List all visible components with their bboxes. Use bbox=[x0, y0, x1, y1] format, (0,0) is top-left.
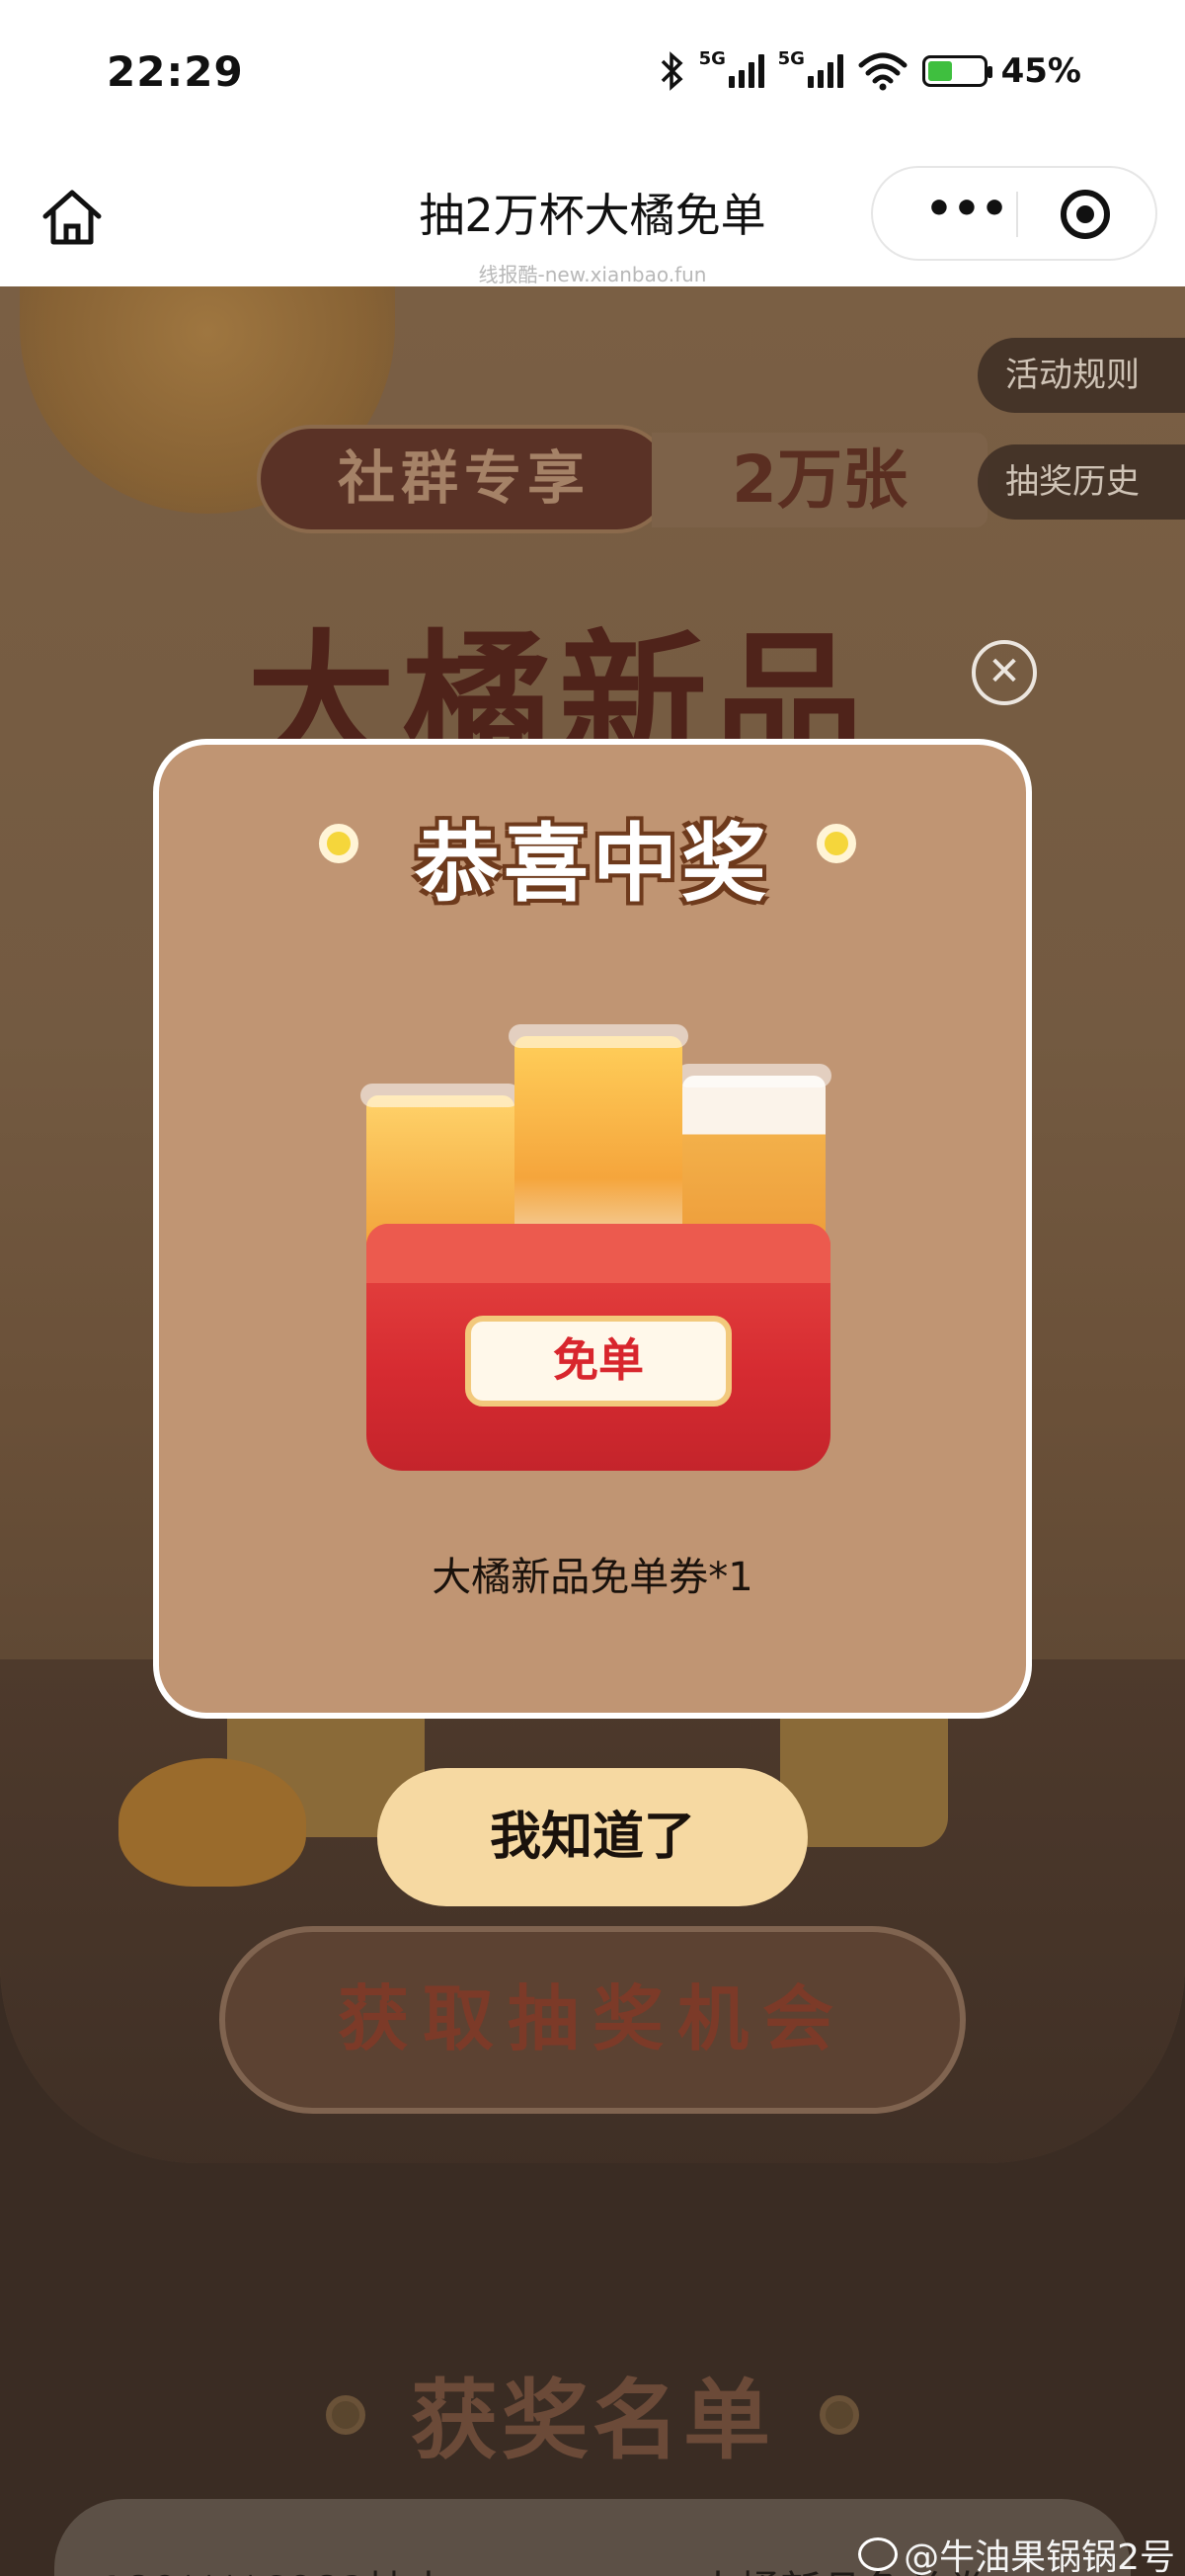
winners-title: 获奖名单 bbox=[410, 2370, 774, 2471]
bluetooth-icon bbox=[661, 51, 683, 91]
wifi-icon bbox=[858, 52, 908, 91]
orange-image bbox=[118, 1758, 306, 1887]
prize-drinks-image: 免单 bbox=[360, 1024, 831, 1471]
status-bar: 22:29 5G 5G 45% bbox=[0, 0, 1185, 148]
history-button[interactable]: 抽奖历史 bbox=[978, 444, 1185, 520]
get-chance-button[interactable]: 获取抽奖机会 bbox=[219, 1926, 966, 2114]
promo-badge-label: 社群专享 bbox=[257, 425, 672, 533]
battery-level-fill bbox=[927, 61, 952, 81]
cellular-signal-icon-2: 5G bbox=[778, 48, 843, 88]
free-order-label: 免单 bbox=[465, 1316, 732, 1407]
prize-name: 大橘新品免单券*1 bbox=[432, 1555, 753, 1600]
battery-icon bbox=[921, 55, 992, 87]
status-time: 22:29 bbox=[107, 47, 244, 96]
close-modal-button[interactable]: ✕ bbox=[972, 640, 1037, 705]
red-gift-box: 免单 bbox=[366, 1224, 830, 1471]
site-watermark: 线报酷-new.xianbao.fun bbox=[478, 263, 707, 286]
close-miniprogram-icon[interactable] bbox=[1061, 190, 1110, 239]
nav-bar: 抽2万杯大橘免单 ••• 线报酷-new.xianbao.fun bbox=[0, 148, 1185, 286]
miniprogram-capsule: ••• bbox=[871, 166, 1157, 261]
prize-modal: 恭喜中奖 免单 大橘新品免单券*1 bbox=[153, 739, 1032, 1719]
weibo-watermark: @牛油果锅锅2号 bbox=[858, 2529, 1175, 2576]
winner-user: 180****6082抽中 bbox=[99, 2558, 449, 2576]
status-icons: 5G 5G 45% bbox=[660, 48, 1081, 93]
battery-percent: 45% bbox=[1000, 51, 1081, 91]
capsule-divider bbox=[1016, 192, 1018, 237]
promo-badge-count: 2万张 bbox=[652, 433, 988, 527]
weibo-logo-icon bbox=[858, 2537, 899, 2571]
modal-title: 恭喜中奖 bbox=[415, 815, 770, 914]
acknowledge-button[interactable]: 我知道了 bbox=[377, 1768, 808, 1906]
cellular-signal-icon: 5G bbox=[699, 48, 764, 88]
rules-button[interactable]: 活动规则 bbox=[978, 338, 1185, 413]
promo-badge: 社群专享 2万张 bbox=[257, 425, 988, 533]
more-menu-icon[interactable]: ••• bbox=[912, 168, 1021, 259]
